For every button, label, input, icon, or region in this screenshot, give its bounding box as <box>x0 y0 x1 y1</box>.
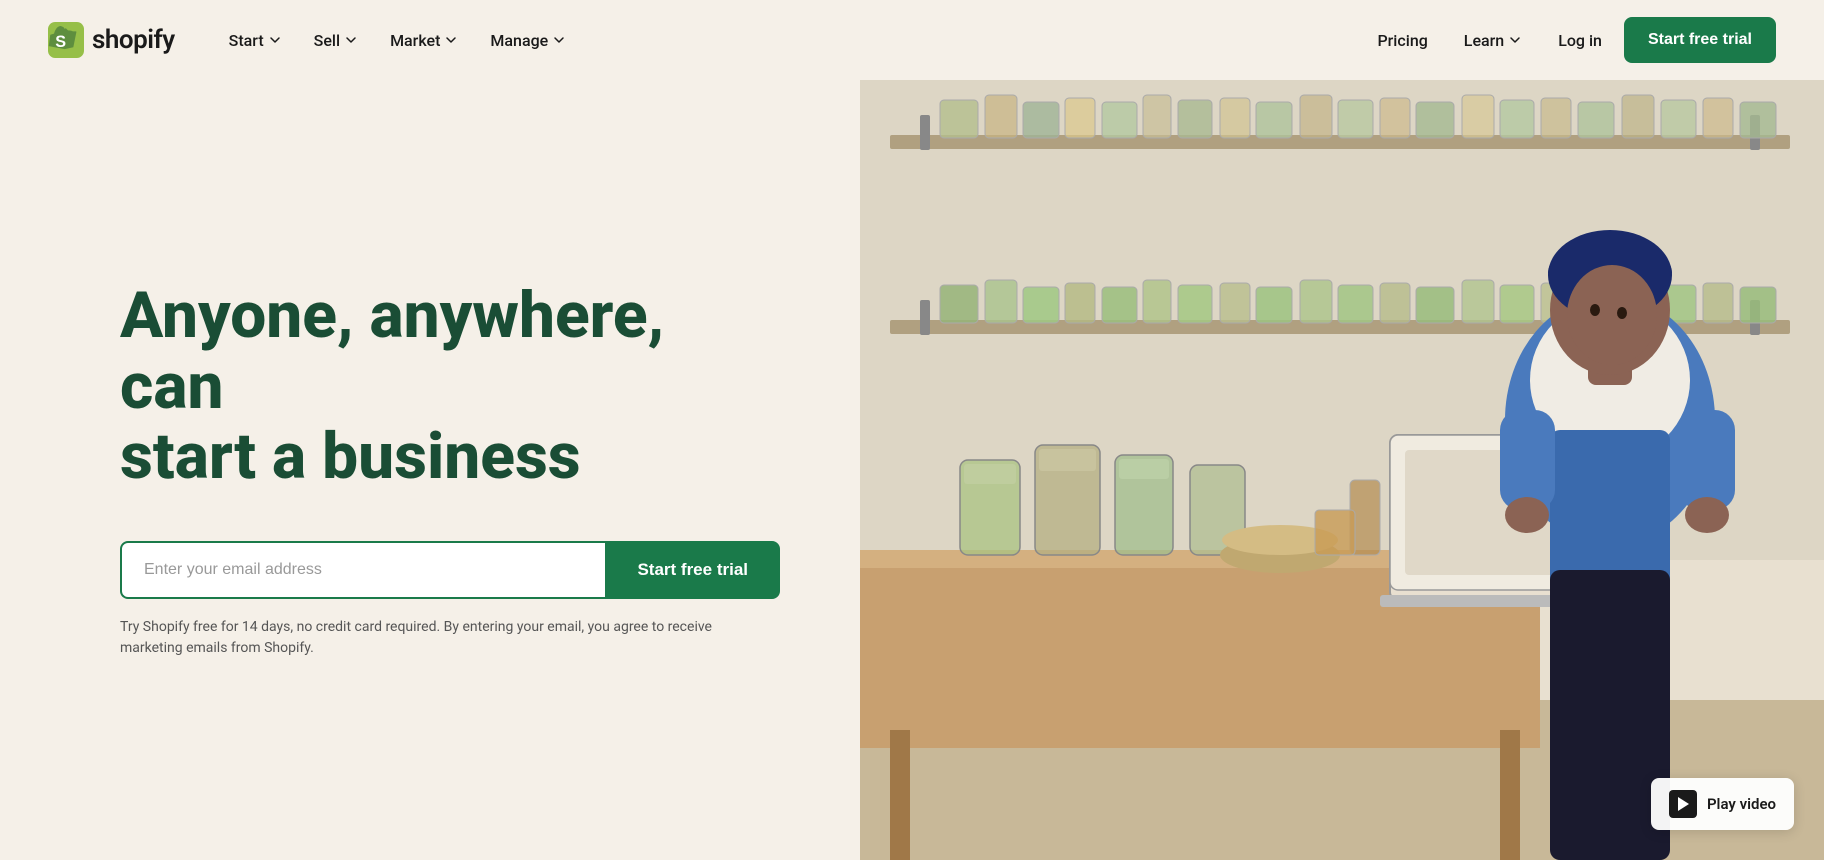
nav-cta-button[interactable]: Start free trial <box>1624 17 1776 63</box>
nav-item-market-label: Market <box>390 31 440 50</box>
hero-image: Play video <box>860 80 1824 860</box>
shopify-logo-icon: S <box>48 22 84 58</box>
play-video-button[interactable]: Play video <box>1651 778 1794 830</box>
play-video-label: Play video <box>1707 795 1776 813</box>
nav-item-sell[interactable]: Sell <box>300 23 372 58</box>
nav-item-start[interactable]: Start <box>215 23 296 58</box>
learn-label: Learn <box>1464 31 1504 50</box>
nav-item-sell-label: Sell <box>314 31 340 50</box>
pricing-link[interactable]: Pricing <box>1363 23 1441 58</box>
play-triangle-icon <box>1678 797 1689 811</box>
chevron-down-icon-market <box>444 33 458 47</box>
hero-disclaimer: Try Shopify free for 14 days, no credit … <box>120 617 720 659</box>
hero-headline: Anyone, anywhere, can start a business <box>120 281 740 492</box>
learn-link[interactable]: Learn <box>1450 23 1536 58</box>
nav-item-manage-label: Manage <box>490 31 548 50</box>
chevron-down-icon-manage <box>552 33 566 47</box>
svg-text:S: S <box>55 33 66 51</box>
nav-item-manage[interactable]: Manage <box>476 23 580 58</box>
login-link[interactable]: Log in <box>1544 23 1616 58</box>
hero-section: Anyone, anywhere, can start a business S… <box>0 80 1824 860</box>
logo[interactable]: S shopify <box>48 22 175 58</box>
nav-right: Pricing Learn Log in Start free trial <box>1363 17 1776 63</box>
chevron-down-icon-learn <box>1508 33 1522 47</box>
hero-headline-line2: start a business <box>120 419 581 494</box>
hero-scene-illustration <box>860 80 1824 860</box>
logo-text: shopify <box>92 25 175 55</box>
nav-links: Start Sell Market Manage <box>215 23 1364 58</box>
nav-item-start-label: Start <box>229 31 264 50</box>
hero-content: Anyone, anywhere, can start a business S… <box>0 80 860 860</box>
chevron-down-icon <box>268 33 282 47</box>
nav-item-market[interactable]: Market <box>376 23 472 58</box>
email-input[interactable] <box>120 541 605 599</box>
hero-form: Start free trial <box>120 541 780 599</box>
hero-headline-line1: Anyone, anywhere, can <box>120 278 664 423</box>
play-icon <box>1669 790 1697 818</box>
navbar: S shopify Start Sell Market Manage <box>0 0 1824 80</box>
hero-cta-button[interactable]: Start free trial <box>605 541 780 599</box>
chevron-down-icon-sell <box>344 33 358 47</box>
